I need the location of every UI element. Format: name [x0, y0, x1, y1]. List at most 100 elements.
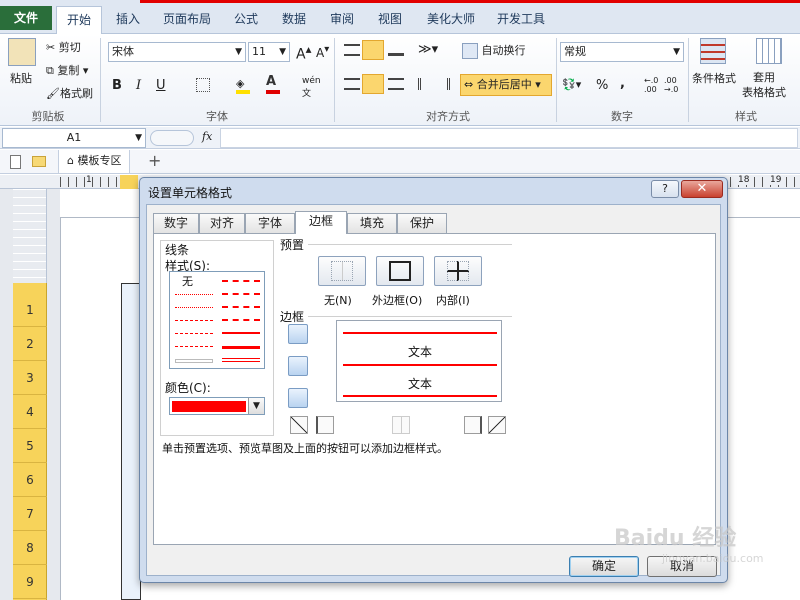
font-name-select[interactable]: 宋体 ▼: [108, 42, 246, 62]
decrease-indent-icon[interactable]: [418, 78, 430, 90]
border-icon[interactable]: [196, 78, 210, 92]
orientation-icon[interactable]: ≫▾: [418, 42, 438, 57]
tab-view[interactable]: 视图: [370, 6, 410, 32]
tab-page-layout[interactable]: 页面布局: [156, 6, 218, 32]
insert-function-button[interactable]: fx: [202, 130, 212, 143]
percent-button[interactable]: %: [596, 78, 608, 93]
diagonal-up-button[interactable]: [290, 416, 308, 434]
border-bottom-button[interactable]: [288, 388, 308, 408]
font-color-icon[interactable]: A: [266, 74, 280, 94]
row-number: 5: [13, 429, 47, 463]
border-left-button[interactable]: [316, 416, 334, 434]
chevron-down-icon: ▼: [135, 133, 142, 143]
border-middle-button[interactable]: [288, 356, 308, 376]
line-style-option[interactable]: [222, 280, 260, 282]
tab-fill[interactable]: 填充: [347, 213, 397, 233]
border-right-button[interactable]: [464, 416, 482, 434]
line-style-option[interactable]: [175, 346, 213, 347]
line-style-option[interactable]: [222, 332, 260, 334]
border-preview[interactable]: 文本 文本: [336, 320, 502, 402]
copy-button[interactable]: ⧉ 复制 ▾: [46, 62, 88, 78]
help-button[interactable]: ?: [651, 180, 679, 198]
name-box[interactable]: A1 ▼: [2, 128, 146, 148]
tab-protection[interactable]: 保护: [397, 213, 447, 233]
preset-outline-button[interactable]: [376, 256, 424, 286]
border-top-button[interactable]: [288, 324, 308, 344]
border-center-button[interactable]: [392, 416, 410, 434]
conditional-format-icon[interactable]: [700, 38, 726, 64]
tab-beautify-master[interactable]: 美化大师: [420, 6, 482, 32]
selected-cell-range[interactable]: [121, 283, 141, 600]
close-button[interactable]: ✕: [681, 180, 723, 198]
accounting-icon[interactable]: 💱▾: [562, 78, 581, 91]
line-style-option[interactable]: [175, 359, 213, 363]
add-tab-button[interactable]: +: [148, 151, 161, 170]
conditional-format-button[interactable]: 条件格式: [692, 70, 736, 86]
line-style-option-selected[interactable]: [222, 358, 260, 362]
bold-button[interactable]: B: [112, 78, 122, 93]
tab-insert[interactable]: 插入: [108, 6, 148, 32]
increase-indent-icon[interactable]: [438, 78, 450, 90]
line-style-option[interactable]: [222, 319, 260, 321]
formula-bar-resize-handle[interactable]: [150, 130, 194, 146]
separator: [100, 38, 101, 122]
italic-button[interactable]: I: [136, 78, 141, 93]
align-center-icon[interactable]: [362, 74, 384, 94]
template-tab[interactable]: ⌂ 模板专区: [58, 150, 131, 173]
merge-center-button[interactable]: ⇔ 合并后居中 ▾: [460, 74, 552, 96]
decrease-decimal-icon[interactable]: .00 →.0: [664, 76, 678, 94]
align-right-icon[interactable]: [388, 78, 404, 90]
align-top-icon[interactable]: [344, 44, 360, 56]
line-style-list[interactable]: 无: [169, 271, 265, 369]
increase-decimal-icon[interactable]: ←.0 .00: [644, 76, 658, 94]
chevron-down-icon[interactable]: ▼: [248, 398, 264, 414]
folder-icon[interactable]: [32, 156, 46, 167]
tab-formulas[interactable]: 公式: [226, 6, 266, 32]
fill-color-icon[interactable]: ◈: [236, 76, 250, 94]
ok-button[interactable]: 确定: [569, 556, 639, 577]
underline-button[interactable]: U: [156, 78, 166, 93]
tab-font[interactable]: 字体: [245, 213, 295, 233]
paste-button[interactable]: 粘贴: [10, 70, 32, 86]
increase-font-icon[interactable]: A▴: [296, 42, 311, 63]
line-style-option[interactable]: [175, 294, 213, 295]
decrease-font-icon[interactable]: A▾: [316, 44, 329, 60]
line-style-option[interactable]: [175, 307, 213, 308]
preset-none-button[interactable]: [318, 256, 366, 286]
align-bottom-icon[interactable]: [388, 44, 404, 56]
tab-developer[interactable]: 开发工具: [490, 6, 552, 32]
preset-inside-button[interactable]: [434, 256, 482, 286]
font-size-value: 11: [252, 45, 266, 58]
tab-home[interactable]: 开始: [56, 6, 102, 34]
line-style-option[interactable]: [175, 320, 213, 321]
ruler-margin-marker[interactable]: [120, 175, 138, 189]
line-style-none[interactable]: 无: [182, 273, 193, 289]
tab-file[interactable]: 文件: [0, 6, 52, 30]
paste-icon[interactable]: [8, 38, 36, 66]
diagonal-down-button[interactable]: [488, 416, 506, 434]
align-left-icon[interactable]: [344, 78, 360, 90]
tab-border[interactable]: 边框: [295, 211, 347, 234]
line-style-option[interactable]: [175, 333, 213, 334]
font-size-select[interactable]: 11 ▼: [248, 42, 290, 62]
line-style-option[interactable]: [222, 306, 260, 308]
cut-button[interactable]: ✂ 剪切: [46, 39, 81, 55]
new-doc-icon[interactable]: [10, 155, 21, 169]
tab-number[interactable]: 数字: [153, 213, 199, 233]
table-format-button[interactable]: 套用 表格格式: [742, 70, 786, 100]
tab-review[interactable]: 审阅: [322, 6, 362, 32]
table-format-icon[interactable]: [756, 38, 782, 64]
number-format-select[interactable]: 常规 ▼: [560, 42, 684, 62]
color-select[interactable]: ▼: [169, 397, 265, 415]
formula-input[interactable]: [220, 128, 798, 148]
tab-data[interactable]: 数据: [274, 6, 314, 32]
wrap-text-button[interactable]: 自动换行: [462, 42, 526, 59]
comma-button[interactable]: ,: [620, 76, 625, 91]
line-style-option[interactable]: [222, 293, 260, 295]
line-style-option[interactable]: [222, 346, 260, 349]
tab-alignment[interactable]: 对齐: [199, 213, 245, 233]
preview-middle-border: [343, 364, 497, 366]
format-painter-button[interactable]: 🖌格式刷: [46, 85, 93, 101]
align-middle-icon[interactable]: [362, 40, 384, 60]
phonetic-icon[interactable]: wén 文: [302, 76, 321, 99]
